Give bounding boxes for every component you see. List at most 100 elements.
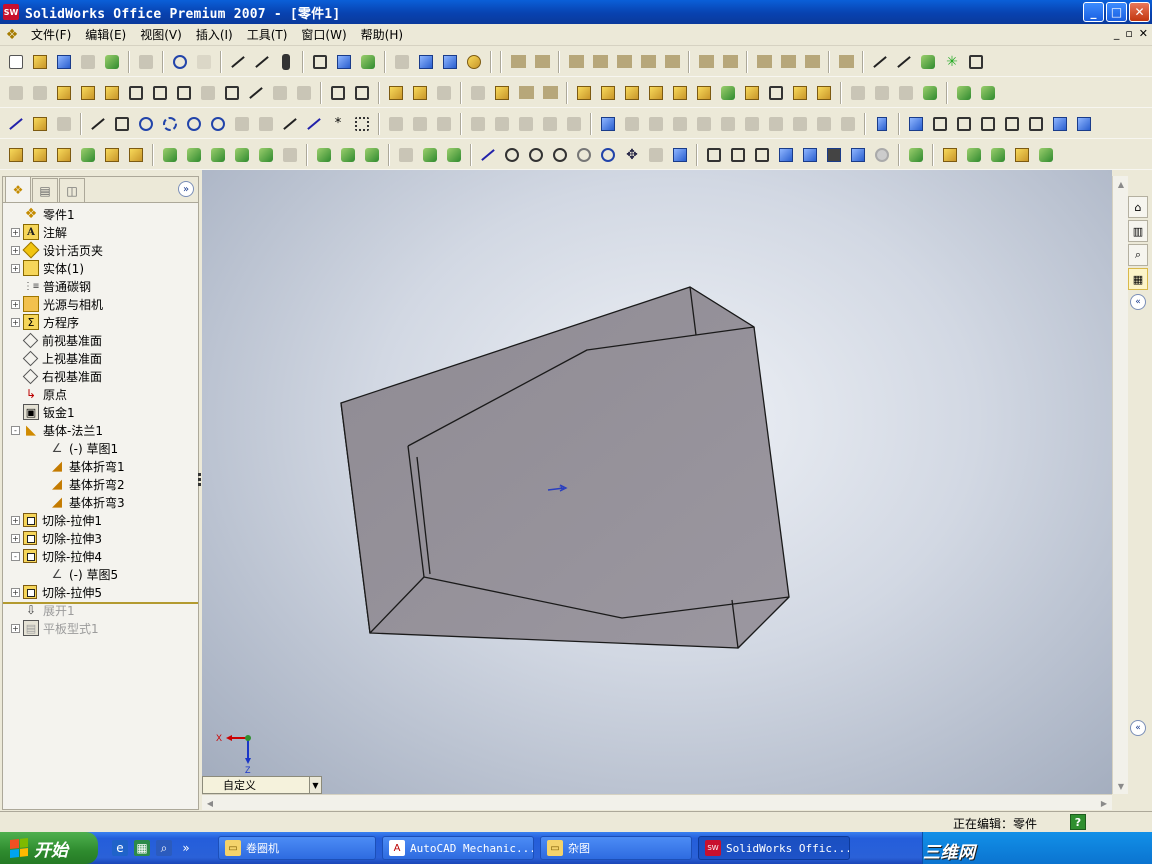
sheet-metal-feature-icon[interactable] [245, 82, 267, 104]
sweep-icon[interactable] [77, 144, 99, 166]
sketch-edit-icon[interactable] [837, 113, 859, 135]
sheet-metal-tool-icon[interactable] [531, 51, 553, 73]
quick-launch-expand-icon[interactable]: » [178, 840, 194, 856]
expand-panel-button[interactable]: » [178, 181, 194, 197]
doc-close-button[interactable]: ✕ [1139, 27, 1148, 40]
standard-view-icon[interactable] [1073, 113, 1095, 135]
help-icon[interactable]: ? [1070, 814, 1086, 830]
file-explorer-icon[interactable]: ⌕ [1128, 244, 1148, 266]
sheet-metal-feature-icon[interactable] [645, 82, 667, 104]
arc-icon[interactable] [159, 113, 181, 135]
feature-icon[interactable] [207, 144, 229, 166]
sketch-edit-icon[interactable] [467, 113, 489, 135]
sheet-metal-feature-icon[interactable] [293, 82, 315, 104]
surface-tool-icon[interactable] [1035, 144, 1057, 166]
sheet-metal-feature-icon[interactable] [669, 82, 691, 104]
tree-expander-icon[interactable]: + [11, 227, 20, 237]
sheet-metal-tool-icon[interactable] [661, 51, 683, 73]
photoworks-icon[interactable] [357, 51, 379, 73]
feature-icon[interactable] [279, 144, 301, 166]
tree-node[interactable]: + 切除-拉伸1 [3, 511, 198, 529]
sheet-metal-feature-icon[interactable] [149, 82, 171, 104]
property-manager-tab[interactable]: ▤ [32, 178, 58, 202]
mirror-icon[interactable] [361, 144, 383, 166]
document-icon[interactable]: ❖ [4, 27, 20, 43]
title-bar[interactable]: SW SolidWorks Office Premium 2007 - [零件1… [0, 0, 1152, 24]
sheet-metal-feature-icon[interactable] [467, 82, 489, 104]
tree-node[interactable]: ◢ 基体折弯3 [3, 493, 198, 511]
sketch-edit-icon[interactable] [765, 113, 787, 135]
section-view-icon[interactable] [847, 144, 869, 166]
sheet-metal-feature-icon[interactable] [29, 82, 51, 104]
tree-node[interactable]: ↳ 原点 [3, 385, 198, 403]
sheet-metal-feature-icon[interactable] [919, 82, 941, 104]
circle-icon[interactable] [135, 113, 157, 135]
sheet-metal-feature-icon[interactable] [765, 82, 787, 104]
sketch-relation-icon[interactable] [409, 113, 431, 135]
tree-node[interactable]: - 切除-拉伸4 [3, 547, 198, 565]
tree-node[interactable]: + 设计活页夹 [3, 241, 198, 259]
sheet-metal-tool-icon[interactable] [719, 51, 741, 73]
arc-icon[interactable] [207, 113, 229, 135]
sheet-metal-feature-icon[interactable] [173, 82, 195, 104]
standard-view-icon[interactable] [1025, 113, 1047, 135]
sheet-metal-tool-icon[interactable] [801, 51, 823, 73]
menu-edit[interactable]: 编辑(E) [78, 26, 133, 43]
tree-expander-icon[interactable]: + [11, 245, 20, 255]
previous-view-icon[interactable] [477, 144, 499, 166]
sheet-metal-feature-icon[interactable] [77, 82, 99, 104]
open-icon[interactable] [29, 51, 51, 73]
sheet-metal-feature-icon[interactable] [125, 82, 147, 104]
sheet-metal-feature-icon[interactable] [221, 82, 243, 104]
zoom-selection-icon[interactable] [573, 144, 595, 166]
realview-icon[interactable] [871, 144, 893, 166]
search-icon[interactable]: ⌕ [156, 840, 172, 856]
sheet-metal-feature-icon[interactable] [197, 82, 219, 104]
sheet-metal-feature-icon[interactable] [101, 82, 123, 104]
options-icon[interactable] [309, 51, 331, 73]
doc-restore-button[interactable]: ▫ [1125, 27, 1132, 40]
sketch-tool-icon[interactable] [53, 113, 75, 135]
tree-node[interactable]: 前视基准面 [3, 331, 198, 349]
hidden-lines-visible-icon[interactable] [727, 144, 749, 166]
cube-icon[interactable] [391, 51, 413, 73]
tree-node[interactable]: ❖ 零件1 [3, 205, 198, 223]
sheet-metal-feature-icon[interactable] [693, 82, 715, 104]
tree-expander-icon[interactable]: - [11, 425, 20, 435]
tree-node[interactable]: - ◣ 基体-法兰1 [3, 421, 198, 439]
arc-icon[interactable] [183, 113, 205, 135]
sheet-metal-feature-icon[interactable] [351, 82, 373, 104]
shadows-icon[interactable] [823, 144, 845, 166]
sketch-edit-icon[interactable] [539, 113, 561, 135]
feature-manager-tab[interactable]: ❖ [5, 176, 31, 202]
print-icon[interactable] [135, 51, 157, 73]
expand-taskpane-button[interactable]: « [1130, 720, 1146, 736]
feature-icon[interactable] [159, 144, 181, 166]
sheet-metal-tool-icon[interactable] [835, 51, 857, 73]
tree-expander-icon[interactable]: + [11, 533, 20, 543]
wireframe-icon[interactable] [703, 144, 725, 166]
tree-node[interactable]: ⋮≡ 普通碳钢 [3, 277, 198, 295]
make-assembly-icon[interactable] [101, 51, 123, 73]
sheet-metal-feature-icon[interactable] [847, 82, 869, 104]
sheet-metal-feature-icon[interactable] [5, 82, 27, 104]
chevron-down-icon[interactable]: ▼ [309, 777, 321, 793]
sheet-metal-feature-icon[interactable] [573, 82, 595, 104]
line-icon[interactable] [87, 113, 109, 135]
vertical-scrollbar[interactable]: ▲ ▼ [1112, 176, 1128, 794]
taskbar-button-folder-2[interactable]: ▭ 杂图 [540, 836, 692, 860]
feature-icon[interactable] [231, 144, 253, 166]
rectangle-icon[interactable] [111, 113, 133, 135]
grid-icon[interactable] [351, 113, 373, 135]
hidden-lines-removed-icon[interactable] [751, 144, 773, 166]
point-icon[interactable]: ✳ [941, 51, 963, 73]
scroll-up-arrow-icon[interactable]: ▲ [1113, 176, 1129, 192]
view-orientation-dropdown[interactable]: 自定义 ▼ [202, 776, 322, 794]
sketch-edit-icon[interactable] [693, 113, 715, 135]
taskbar-button-folder-1[interactable]: ▭ 卷圈机 [218, 836, 376, 860]
pan-icon[interactable]: ✥ [621, 144, 643, 166]
sketch-icon[interactable] [5, 113, 27, 135]
view-palette-icon[interactable]: ▦ [1128, 268, 1148, 290]
menu-file[interactable]: 文件(F) [24, 26, 78, 43]
tree-expander-icon[interactable]: + [11, 587, 20, 597]
